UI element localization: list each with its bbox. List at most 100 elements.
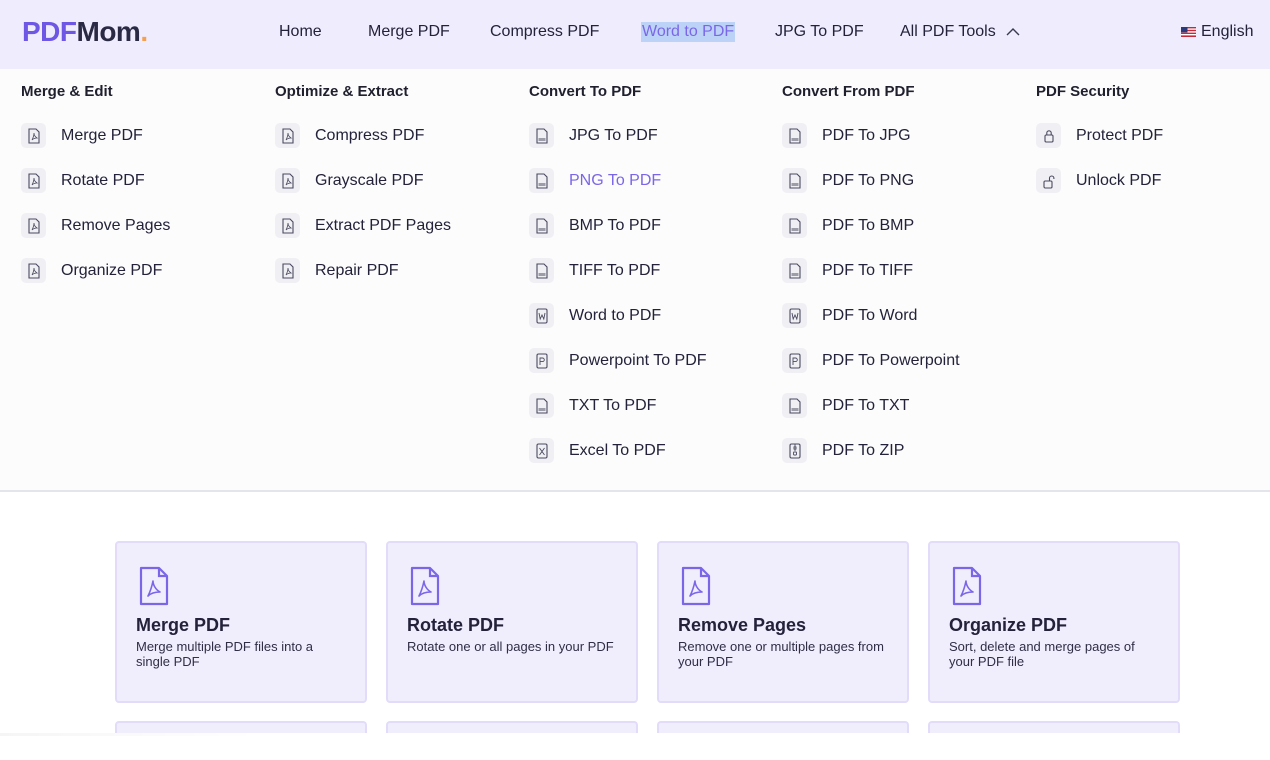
pdf-file-icon bbox=[21, 123, 46, 148]
menu-column-optimize-extract: Optimize & Extract Compress PDF Grayscal… bbox=[275, 83, 451, 293]
menu-item-label: Word to PDF bbox=[569, 306, 662, 324]
menu-item-grayscale-pdf[interactable]: Grayscale PDF bbox=[275, 158, 451, 203]
menu-item-label: PDF To Powerpoint bbox=[822, 351, 960, 369]
pdf-file-icon bbox=[275, 213, 300, 238]
pdf-file-icon bbox=[139, 566, 169, 606]
menu-item-label: Compress PDF bbox=[315, 126, 425, 144]
nav-jpg-to-pdf[interactable]: JPG To PDF bbox=[775, 22, 864, 42]
menu-item-repair-pdf[interactable]: Repair PDF bbox=[275, 248, 451, 293]
menu-item-label: Grayscale PDF bbox=[315, 171, 424, 189]
excel-file-icon bbox=[529, 438, 554, 463]
menu-item-label: PDF To TIFF bbox=[822, 261, 913, 279]
card-description: Remove one or multiple pages from your P… bbox=[678, 639, 884, 669]
menu-item-label: Excel To PDF bbox=[569, 441, 666, 459]
menu-item-label: Powerpoint To PDF bbox=[569, 351, 707, 369]
menu-item-compress-pdf[interactable]: Compress PDF bbox=[275, 113, 451, 158]
menu-item-label: PDF To PNG bbox=[822, 171, 915, 189]
menu-item-merge-pdf[interactable]: Merge PDF bbox=[21, 113, 170, 158]
menu-item-label: BMP To PDF bbox=[569, 216, 661, 234]
lock-icon bbox=[1036, 123, 1061, 148]
word-file-icon bbox=[529, 303, 554, 328]
column-title: Convert From PDF bbox=[782, 83, 915, 100]
menu-item-label: Extract PDF Pages bbox=[315, 216, 452, 234]
language-selector[interactable]: English bbox=[1181, 22, 1253, 42]
menu-item-pdf-to-zip[interactable]: PDF To ZIP bbox=[782, 428, 960, 473]
menu-column-merge-edit: Merge & Edit Merge PDF Rotate PDF Remove… bbox=[21, 83, 170, 293]
menu-item-pdf-to-tiff[interactable]: PDF To TIFF bbox=[782, 248, 960, 293]
menu-item-excel-to-pdf[interactable]: Excel To PDF bbox=[529, 428, 707, 473]
menu-item-label: Protect PDF bbox=[1076, 126, 1164, 144]
menu-item-rotate-pdf[interactable]: Rotate PDF bbox=[21, 158, 170, 203]
menu-item-word-to-pdf[interactable]: Word to PDF bbox=[529, 293, 707, 338]
menu-item-label: PDF To TXT bbox=[822, 396, 910, 414]
nav-all-pdf-tools[interactable]: All PDF Tools bbox=[900, 22, 996, 42]
menu-item-pdf-to-bmp[interactable]: PDF To BMP bbox=[782, 203, 960, 248]
card-merge-pdf[interactable]: Merge PDF Merge multiple PDF files into … bbox=[115, 541, 367, 703]
chevron-up-icon[interactable] bbox=[1006, 27, 1020, 37]
column-title: Merge & Edit bbox=[21, 83, 113, 100]
menu-item-label: Organize PDF bbox=[61, 261, 163, 279]
card-title: Organize PDF bbox=[949, 615, 1068, 635]
menu-item-pdf-to-word[interactable]: PDF To Word bbox=[782, 293, 960, 338]
jpg-file-icon bbox=[782, 123, 807, 148]
menu-item-organize-pdf[interactable]: Organize PDF bbox=[21, 248, 170, 293]
menu-item-label: PDF To Word bbox=[822, 306, 918, 324]
menu-item-label: Unlock PDF bbox=[1076, 171, 1162, 189]
menu-item-remove-pages[interactable]: Remove Pages bbox=[21, 203, 170, 248]
card-organize-pdf[interactable]: Organize PDF Sort, delete and merge page… bbox=[928, 541, 1180, 703]
card-rotate-pdf[interactable]: Rotate PDF Rotate one or all pages in yo… bbox=[386, 541, 638, 703]
menu-item-pdf-to-txt[interactable]: PDF To TXT bbox=[782, 383, 960, 428]
menu-item-jpg-to-pdf[interactable]: JPG To PDF bbox=[529, 113, 707, 158]
menu-item-protect-pdf[interactable]: Protect PDF bbox=[1036, 113, 1163, 158]
column-title: Optimize & Extract bbox=[275, 83, 409, 100]
menu-item-bmp-to-pdf[interactable]: BMP To PDF bbox=[529, 203, 707, 248]
menu-item-powerpoint-to-pdf[interactable]: Powerpoint To PDF bbox=[529, 338, 707, 383]
menu-item-label: TXT To PDF bbox=[569, 396, 657, 414]
pdf-file-icon bbox=[275, 123, 300, 148]
menu-item-pdf-to-png[interactable]: PDF To PNG bbox=[782, 158, 960, 203]
pdf-file-icon bbox=[275, 168, 300, 193]
menu-item-extract-pdf-pages[interactable]: Extract PDF Pages bbox=[275, 203, 451, 248]
nav-home[interactable]: Home bbox=[279, 22, 322, 42]
card-remove-pages[interactable]: Remove Pages Remove one or multiple page… bbox=[657, 541, 909, 703]
menu-item-label: Rotate PDF bbox=[61, 171, 145, 189]
menu-column-convert-from-pdf: Convert From PDF PDF To JPG PDF To PNG P… bbox=[782, 83, 960, 473]
bottom-shadow bbox=[0, 733, 260, 736]
card-title: Remove Pages bbox=[678, 615, 807, 635]
menu-item-pdf-to-jpg[interactable]: PDF To JPG bbox=[782, 113, 960, 158]
nav-merge-pdf[interactable]: Merge PDF bbox=[368, 22, 450, 42]
menu-column-pdf-security: PDF Security Protect PDF Unlock PDF bbox=[1036, 83, 1163, 203]
menu-item-label: JPG To PDF bbox=[569, 126, 658, 144]
menu-item-txt-to-pdf[interactable]: TXT To PDF bbox=[529, 383, 707, 428]
menu-item-label: TIFF To PDF bbox=[569, 261, 661, 279]
pdf-file-icon bbox=[681, 566, 711, 606]
unlock-icon bbox=[1036, 168, 1061, 193]
powerpoint-file-icon bbox=[782, 348, 807, 373]
menu-item-label: Repair PDF bbox=[315, 261, 399, 279]
menu-item-unlock-pdf[interactable]: Unlock PDF bbox=[1036, 158, 1163, 203]
png-file-icon bbox=[529, 168, 554, 193]
menu-item-label: Merge PDF bbox=[61, 126, 143, 144]
txt-file-icon bbox=[782, 393, 807, 418]
pdf-file-icon bbox=[21, 168, 46, 193]
card-description: Merge multiple PDF files into a single P… bbox=[136, 639, 314, 669]
pdf-file-icon bbox=[21, 213, 46, 238]
all-tools-dropdown: Merge & Edit Merge PDF Rotate PDF Remove… bbox=[0, 69, 1270, 492]
nav-word-to-pdf[interactable]: Word to PDF bbox=[641, 22, 736, 42]
menu-item-label: PDF To JPG bbox=[822, 126, 911, 144]
column-title: Convert To PDF bbox=[529, 83, 642, 100]
pdf-file-icon bbox=[952, 566, 982, 606]
menu-item-png-to-pdf[interactable]: PNG To PDF bbox=[529, 158, 707, 203]
word-file-icon bbox=[782, 303, 807, 328]
menu-item-label: PDF To ZIP bbox=[822, 441, 905, 459]
pdf-file-icon bbox=[275, 258, 300, 283]
nav-compress-pdf[interactable]: Compress PDF bbox=[490, 22, 599, 42]
menu-column-convert-to-pdf: Convert To PDF JPG To PDF PNG To PDF BMP… bbox=[529, 83, 707, 473]
menu-item-tiff-to-pdf[interactable]: TIFF To PDF bbox=[529, 248, 707, 293]
powerpoint-file-icon bbox=[529, 348, 554, 373]
bmp-file-icon bbox=[529, 213, 554, 238]
txt-file-icon bbox=[529, 393, 554, 418]
menu-item-pdf-to-powerpoint[interactable]: PDF To Powerpoint bbox=[782, 338, 960, 383]
bmp-file-icon bbox=[782, 213, 807, 238]
menu-item-label: PDF To BMP bbox=[822, 216, 915, 234]
